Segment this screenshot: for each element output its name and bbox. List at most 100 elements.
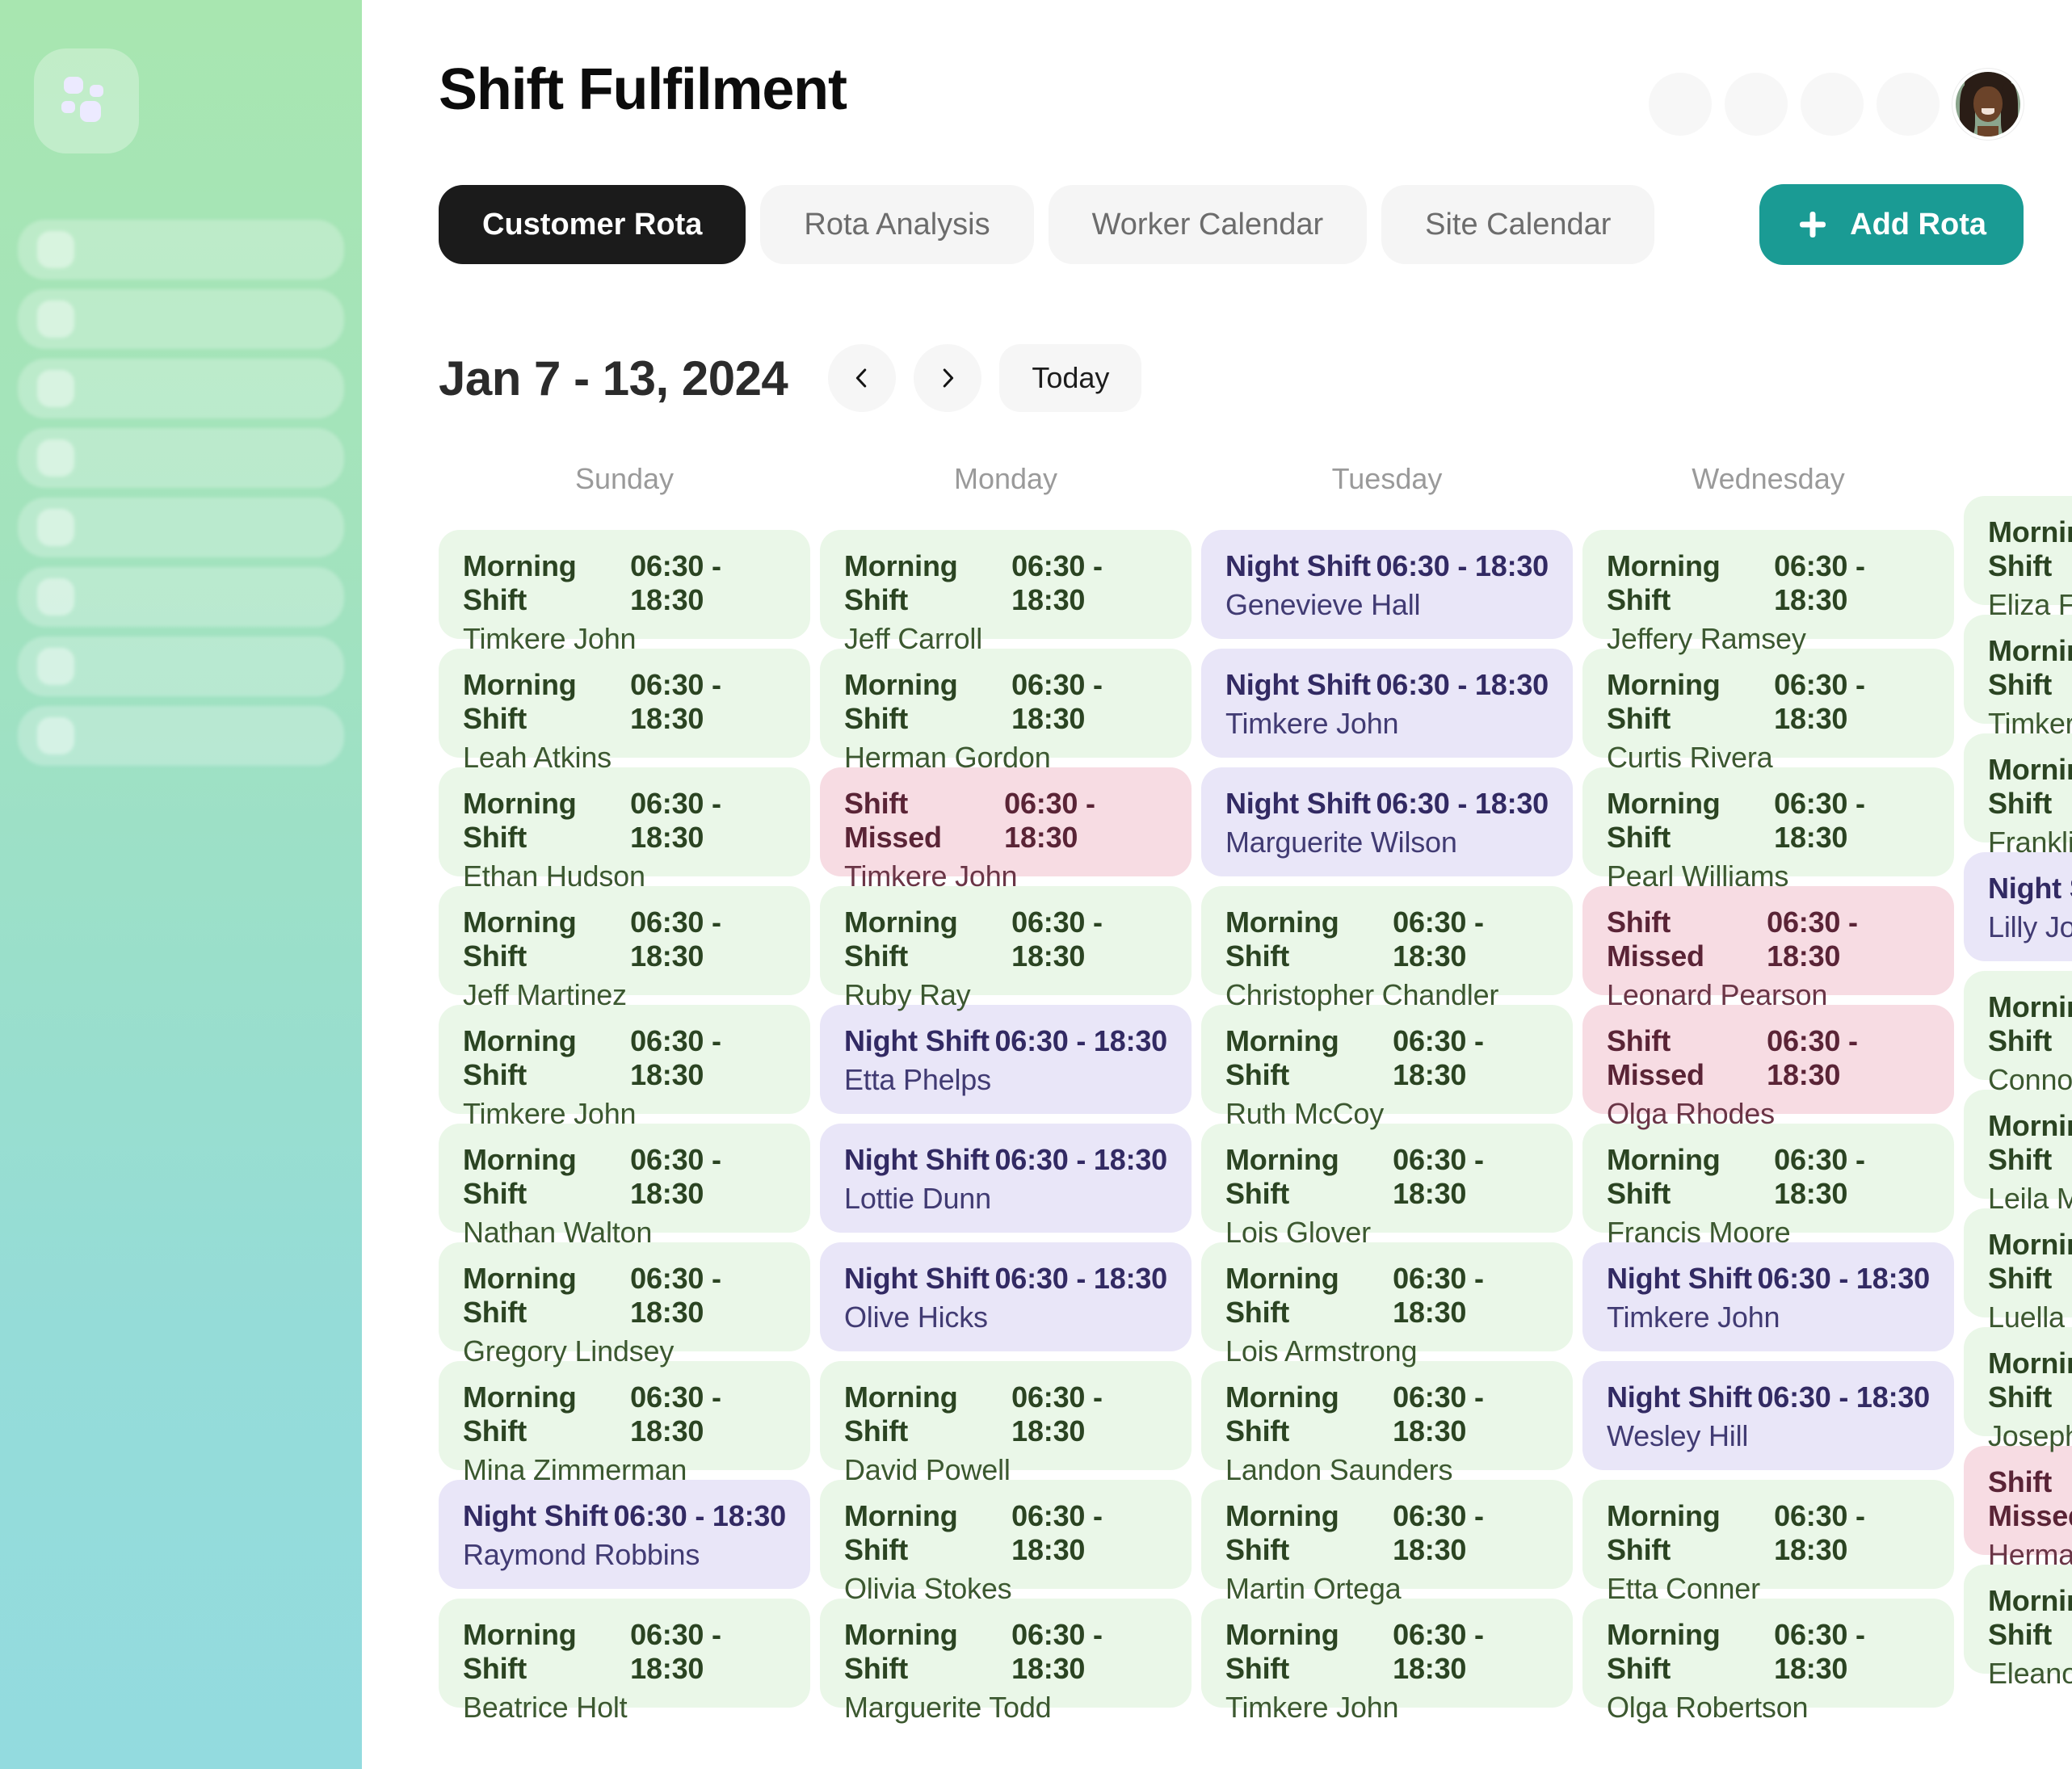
shift-worker-name: Olga Robertson xyxy=(1607,1691,1809,1724)
shift-card[interactable]: Morning Shift06:30 - 18:30 Franklin Morri… xyxy=(1964,733,2072,859)
header-action-placeholder[interactable] xyxy=(1801,73,1864,136)
shift-card[interactable]: Morning Shift 06:30 - 18:30 Martin Ortega xyxy=(1201,1480,1573,1605)
shift-card[interactable]: Shift Missed06:30 - 18:30 Herman Fritz xyxy=(1964,1446,2072,1571)
shift-card-header: Night Shift06:30 - 18:30 xyxy=(1607,1380,1930,1414)
shift-card[interactable]: Morning Shift06:30 - 18:30 Eliza Flowers xyxy=(1964,496,2072,621)
shift-card-header: Morning Shift06:30 - 18:30 xyxy=(463,1618,786,1686)
shift-card[interactable]: Morning Shift06:30 - 18:30 Luella Erickso… xyxy=(1964,1208,2072,1334)
shift-type-label: Morning Shift xyxy=(463,787,577,854)
shift-card[interactable]: Morning Shift06:30 - 18:30 Josephine Reed xyxy=(1964,1327,2072,1452)
shift-time-label: 06:30 - 18:30 xyxy=(994,1024,1167,1057)
shift-card[interactable]: Night Shift 06:30 - 18:30 Wesley Hill xyxy=(1582,1361,1954,1470)
shift-card[interactable]: Morning Shift 06:30 - 18:30 Jeff Carroll xyxy=(820,530,1192,655)
tab-customer-rota[interactable]: Customer Rota xyxy=(439,185,746,264)
shift-type-label: Morning Shift xyxy=(1607,549,1721,616)
sidebar-item-icon xyxy=(37,509,74,546)
shift-card[interactable]: Morning Shift 06:30 - 18:30 Ruby Ray xyxy=(820,886,1192,1011)
shift-card[interactable]: Morning Shift 06:30 - 18:30 Lois Armstrong xyxy=(1201,1242,1573,1368)
add-rota-button[interactable]: Add Rota xyxy=(1759,184,2024,265)
sidebar-nav xyxy=(0,220,362,766)
shift-time-label: 06:30 - 18:30 xyxy=(630,1262,721,1329)
shift-card[interactable]: Morning Shift 06:30 - 18:30 Beatrice Holt xyxy=(439,1599,810,1724)
sidebar-item-placeholder[interactable] xyxy=(18,498,344,557)
shift-card[interactable]: Morning Shift 06:30 - 18:30 Christopher Ch… xyxy=(1201,886,1573,1011)
prev-week-button[interactable] xyxy=(828,344,897,412)
tab-site-calendar[interactable]: Site Calendar xyxy=(1381,185,1655,264)
shift-card[interactable]: Morning Shift 06:30 - 18:30 Nathan Walton xyxy=(439,1124,810,1249)
shift-card[interactable]: Night Shift 06:30 - 18:30 Etta Phelps xyxy=(820,1005,1192,1114)
shift-worker-name: Josephine Reed xyxy=(1988,1419,2072,1452)
shift-card[interactable]: Morning Shift06:30 - 18:30Timkere John xyxy=(439,530,810,655)
shift-card[interactable]: Morning Shift 06:30 - 18:30 Jeffery Ramsey xyxy=(1582,530,1954,655)
sidebar-item-placeholder[interactable] xyxy=(18,706,344,766)
shift-card[interactable]: Morning Shift 06:30 - 18:30 Mina Zimmerman xyxy=(439,1361,810,1486)
sidebar-item-placeholder[interactable] xyxy=(18,359,344,418)
add-rota-label: Add Rota xyxy=(1850,207,1986,242)
shift-card[interactable]: Night Shift 06:30 - 18:30 Raymond Robbins xyxy=(439,1480,810,1589)
tab-rota-analysis[interactable]: Rota Analysis xyxy=(760,185,1034,264)
avatar[interactable] xyxy=(1952,69,2024,140)
shift-card[interactable]: Night Shift06:30 - 18:30 Lilly Joseph xyxy=(1964,852,2072,961)
shift-card[interactable]: Morning Shift 06:30 - 18:30 Landon Saunder… xyxy=(1201,1361,1573,1486)
shift-type-label: Morning Shift xyxy=(844,1499,958,1566)
shift-card-header: Night Shift06:30 - 18:30 xyxy=(1225,787,1549,821)
shift-card[interactable]: Shift Missed 06:30 - 18:30 Leonard Pearson xyxy=(1582,886,1954,1011)
shift-card-header: Morning Shift 06:30 - 18:30 xyxy=(1607,549,1930,617)
day-column: Morning Shift06:30 - 18:30Eliza FlowersM… xyxy=(1964,462,2072,1717)
shift-card[interactable]: Morning Shift 06:30 - 18:30 Marguerite Tod… xyxy=(820,1599,1192,1724)
shift-time-label: 06:30 - 18:30 xyxy=(1757,1380,1930,1414)
header-action-placeholder[interactable] xyxy=(1649,73,1712,136)
shift-card[interactable]: Night Shift 06:30 - 18:30 Timkere John xyxy=(1582,1242,1954,1351)
shift-card[interactable]: Night Shift 06:30 - 18:30 Olive Hicks xyxy=(820,1242,1192,1351)
shift-card[interactable]: Night Shift 06:30 - 18:30 Marguerite Wilso… xyxy=(1201,767,1573,876)
header-action-placeholder[interactable] xyxy=(1877,73,1940,136)
shift-card[interactable]: Morning Shift 06:30 - 18:30 Herman Gordon xyxy=(820,649,1192,774)
shift-card[interactable]: Morning Shift06:30 - 18:30Timkere John xyxy=(1201,1599,1573,1724)
shift-card[interactable]: Morning Shift 06:30 - 18:30 David Powell xyxy=(820,1361,1192,1486)
shift-card[interactable]: Shift Missed 06:30 - 18:30 Olga Rhodes xyxy=(1582,1005,1954,1130)
shift-card[interactable]: Morning Shift 06:30 - 18:30 Ethan Hudson xyxy=(439,767,810,893)
today-button[interactable]: Today xyxy=(999,344,1142,412)
shift-type-label: Morning Shift xyxy=(1988,1109,2072,1176)
sidebar-item-placeholder[interactable] xyxy=(18,567,344,627)
shift-card-header: Morning Shift06:30 - 18:30 xyxy=(844,1618,1167,1686)
shift-time-label: 06:30 - 18:30 xyxy=(1393,1380,1484,1448)
sidebar-item-placeholder[interactable] xyxy=(18,289,344,349)
tab-worker-calendar[interactable]: Worker Calendar xyxy=(1048,185,1368,264)
sidebar-item-placeholder[interactable] xyxy=(18,220,344,279)
shift-card-header: Morning Shift06:30 - 18:30 xyxy=(1988,515,2072,583)
shift-card[interactable]: Morning Shift 06:30 - 18:30 Olivia Stokes xyxy=(820,1480,1192,1605)
shift-card[interactable]: Night Shift 06:30 - 18:30 Genevieve Hall xyxy=(1201,530,1573,639)
shift-card[interactable]: Morning Shift 06:30 - 18:30 Ruth McCoy xyxy=(1201,1005,1573,1130)
shift-card[interactable]: Morning Shift 06:30 - 18:30 Francis Moore xyxy=(1582,1124,1954,1249)
shift-card[interactable]: Shift Missed 06:30 - 18:30 Timkere John xyxy=(820,767,1192,893)
shift-card[interactable]: Morning Shift06:30 - 18:30 Eleanor Mills xyxy=(1964,1565,2072,1690)
next-week-button[interactable] xyxy=(914,344,982,412)
chevron-left-icon xyxy=(856,368,867,388)
shift-card[interactable]: Night Shift 06:30 - 18:30 Lottie Dunn xyxy=(820,1124,1192,1233)
shift-card[interactable]: Morning Shift06:30 - 18:30 Leila Munoz xyxy=(1964,1090,2072,1215)
shift-card[interactable]: Morning Shift06:30 - 18:30Timkere John xyxy=(439,1005,810,1130)
shift-worker-name: Eleanor Mills xyxy=(1988,1657,2072,1690)
shift-card[interactable]: Morning Shift06:30 - 18:30Timkere John xyxy=(1964,615,2072,740)
shift-time-label: 06:30 - 18:30 xyxy=(1774,549,1865,616)
shift-card[interactable]: Morning Shift 06:30 - 18:30 Leah Atkins xyxy=(439,649,810,774)
shift-card[interactable]: Night Shift 06:30 - 18:30 Timkere John xyxy=(1201,649,1573,758)
shift-card[interactable]: Morning Shift 06:30 - 18:30 Olga Robertson xyxy=(1582,1599,1954,1724)
shift-card[interactable]: Morning Shift 06:30 - 18:30 Lois Glover xyxy=(1201,1124,1573,1249)
shift-type-label: Morning Shift xyxy=(463,1143,577,1210)
shift-card[interactable]: Morning Shift 06:30 - 18:30 Curtis Rivera xyxy=(1582,649,1954,774)
header-action-placeholder[interactable] xyxy=(1725,73,1788,136)
shift-card[interactable]: Morning Shift 06:30 - 18:30 Etta Conner xyxy=(1582,1480,1954,1605)
shift-card[interactable]: Morning Shift 06:30 - 18:30 Pearl Williams xyxy=(1582,767,1954,893)
shift-card[interactable]: Morning Shift 06:30 - 18:30 Jeff Martinez xyxy=(439,886,810,1011)
sidebar-item-placeholder[interactable] xyxy=(18,637,344,696)
shift-type-label: Morning Shift xyxy=(844,549,958,616)
day-column: Monday Morning Shift 06:30 - 18:30 Jeff Car… xyxy=(820,462,1192,1724)
shift-time-label: 06:30 - 18:30 xyxy=(1011,668,1103,735)
shift-card[interactable]: Morning Shift06:30 - 18:30 Connor Wells xyxy=(1964,971,2072,1096)
sidebar-item-placeholder[interactable] xyxy=(18,428,344,488)
shift-card[interactable]: Morning Shift 06:30 - 18:30 Gregory Lindse… xyxy=(439,1242,810,1368)
app-logo[interactable] xyxy=(34,48,139,153)
shift-time-label: 06:30 - 18:30 xyxy=(1767,906,1858,973)
